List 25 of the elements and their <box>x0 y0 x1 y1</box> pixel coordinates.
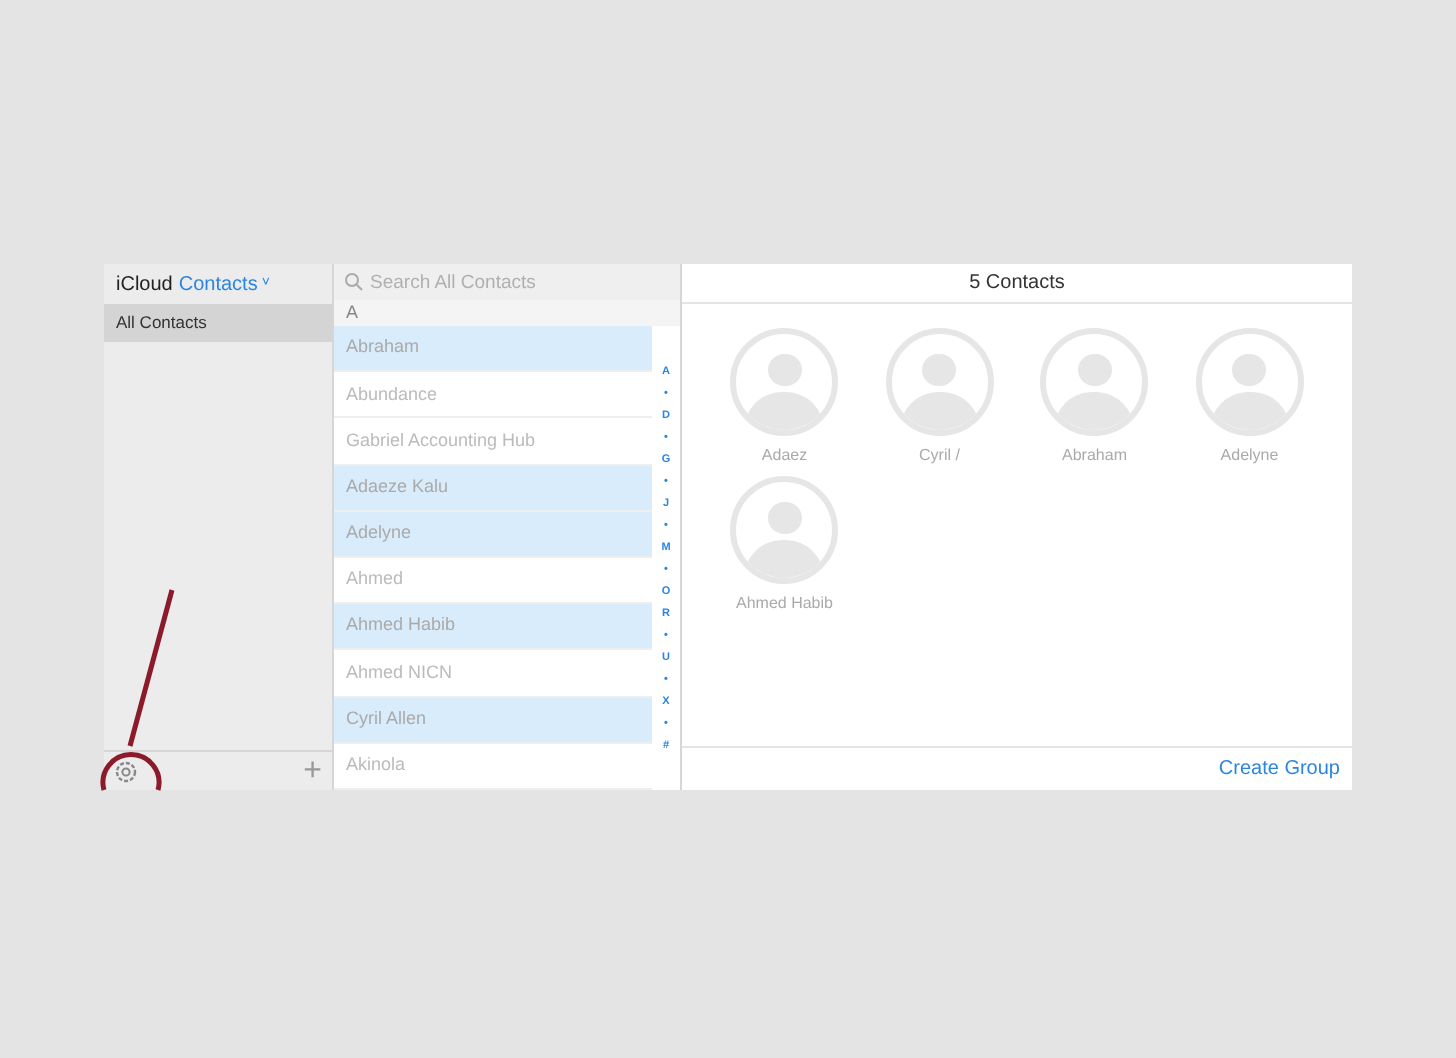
avatar-icon <box>730 328 839 436</box>
contact-name: Cyril / <box>919 444 960 468</box>
contact-name: Ahmed Habib <box>736 592 833 616</box>
contact-row[interactable]: Akinola <box>334 743 652 790</box>
section-header: A <box>334 300 680 326</box>
group-item[interactable]: All Contacts <box>104 304 332 342</box>
add-button[interactable]: + <box>303 755 322 787</box>
app-title: iCloud <box>116 271 173 299</box>
contact-name: Adaez <box>761 444 808 468</box>
detail-title: 5 Contacts <box>682 264 1352 304</box>
avatar-icon <box>1195 328 1304 436</box>
contact-name: Adelyne <box>1220 444 1279 468</box>
contact-row[interactable]: Abraham <box>334 326 652 373</box>
avatar-icon <box>885 328 994 436</box>
contact-row[interactable]: Ahmed Habib <box>334 604 652 651</box>
contact-name: Abraham <box>1062 444 1127 468</box>
search-icon <box>344 272 364 292</box>
contact-row[interactable]: Adelyne <box>334 511 652 558</box>
avatar-icon <box>730 476 839 584</box>
contact-row[interactable]: Adaeze Kalu <box>334 465 652 512</box>
create-group-button[interactable]: Create Group <box>1218 754 1340 784</box>
settings-icon[interactable] <box>114 759 138 783</box>
search-field[interactable]: Search All Contacts <box>334 264 680 300</box>
avatar-icon <box>1040 328 1149 436</box>
contact-row[interactable]: Cyril Allen <box>334 697 652 744</box>
